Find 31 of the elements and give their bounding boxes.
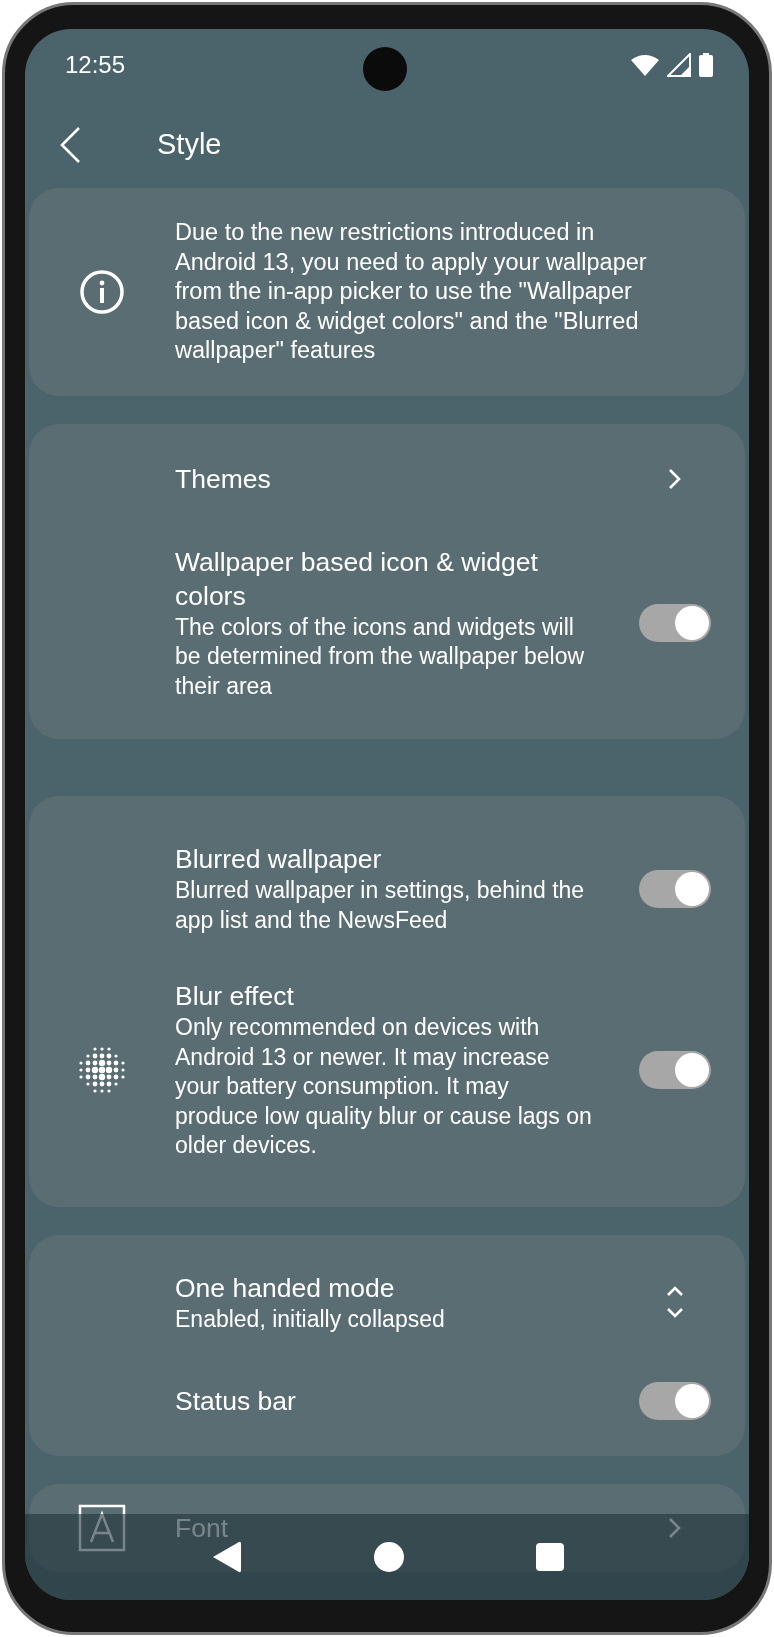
setting-title: Status bar	[175, 1385, 297, 1418]
setting-subtitle: Enabled, initially collapsed	[175, 1304, 446, 1334]
setting-title: One handed mode	[175, 1271, 396, 1305]
signal-icon	[667, 53, 691, 78]
wifi-icon	[631, 54, 659, 77]
setting-title: Blurred wallpaper	[175, 843, 383, 876]
setting-title: Font	[175, 1512, 230, 1545]
page-title: Style	[157, 128, 222, 162]
up-down-chevron-icon	[666, 1286, 684, 1319]
recents-nav-button[interactable]	[535, 1543, 564, 1571]
home-nav-button[interactable]	[373, 1541, 405, 1573]
setting-title: Themes	[175, 463, 272, 496]
status-time: 12:55	[65, 51, 126, 80]
dotted-circle-icon	[78, 1045, 126, 1094]
toggle-switch[interactable]	[639, 869, 711, 908]
notice-text: Due to the new restrictions introduced in Android 13, you need to apply your wallpaper from the in-app picker to use the "Wallpaper based icon & widget colors" and the "Blurred wallpaper" features	[175, 218, 648, 365]
toggle-switch[interactable]	[639, 603, 711, 642]
setting-title: Wallpaper based icon & widget colors	[175, 545, 539, 613]
setting-subtitle: The colors of the icons and widgets will be determined from the wallpaper below their area	[175, 612, 586, 701]
toggle-switch[interactable]	[639, 1050, 711, 1089]
toggle-switch[interactable]	[639, 1382, 711, 1420]
camera-hole	[363, 47, 407, 91]
setting-title: Blur effect	[175, 980, 295, 1013]
chevron-right-icon	[668, 1517, 682, 1539]
setting-subtitle: Blurred wallpaper in settings, behind the app list and the NewsFeed	[175, 876, 586, 935]
back-button[interactable]	[59, 125, 81, 164]
info-icon	[79, 268, 125, 315]
battery-icon	[699, 53, 713, 78]
setting-subtitle: Only recommended on devices with Android 13 or newer. It may increase your battery consumption. It may produce low quality blur or cause lags on older devices.	[175, 1013, 593, 1160]
letter-frame-icon	[78, 1504, 126, 1552]
chevron-right-icon	[668, 468, 682, 490]
